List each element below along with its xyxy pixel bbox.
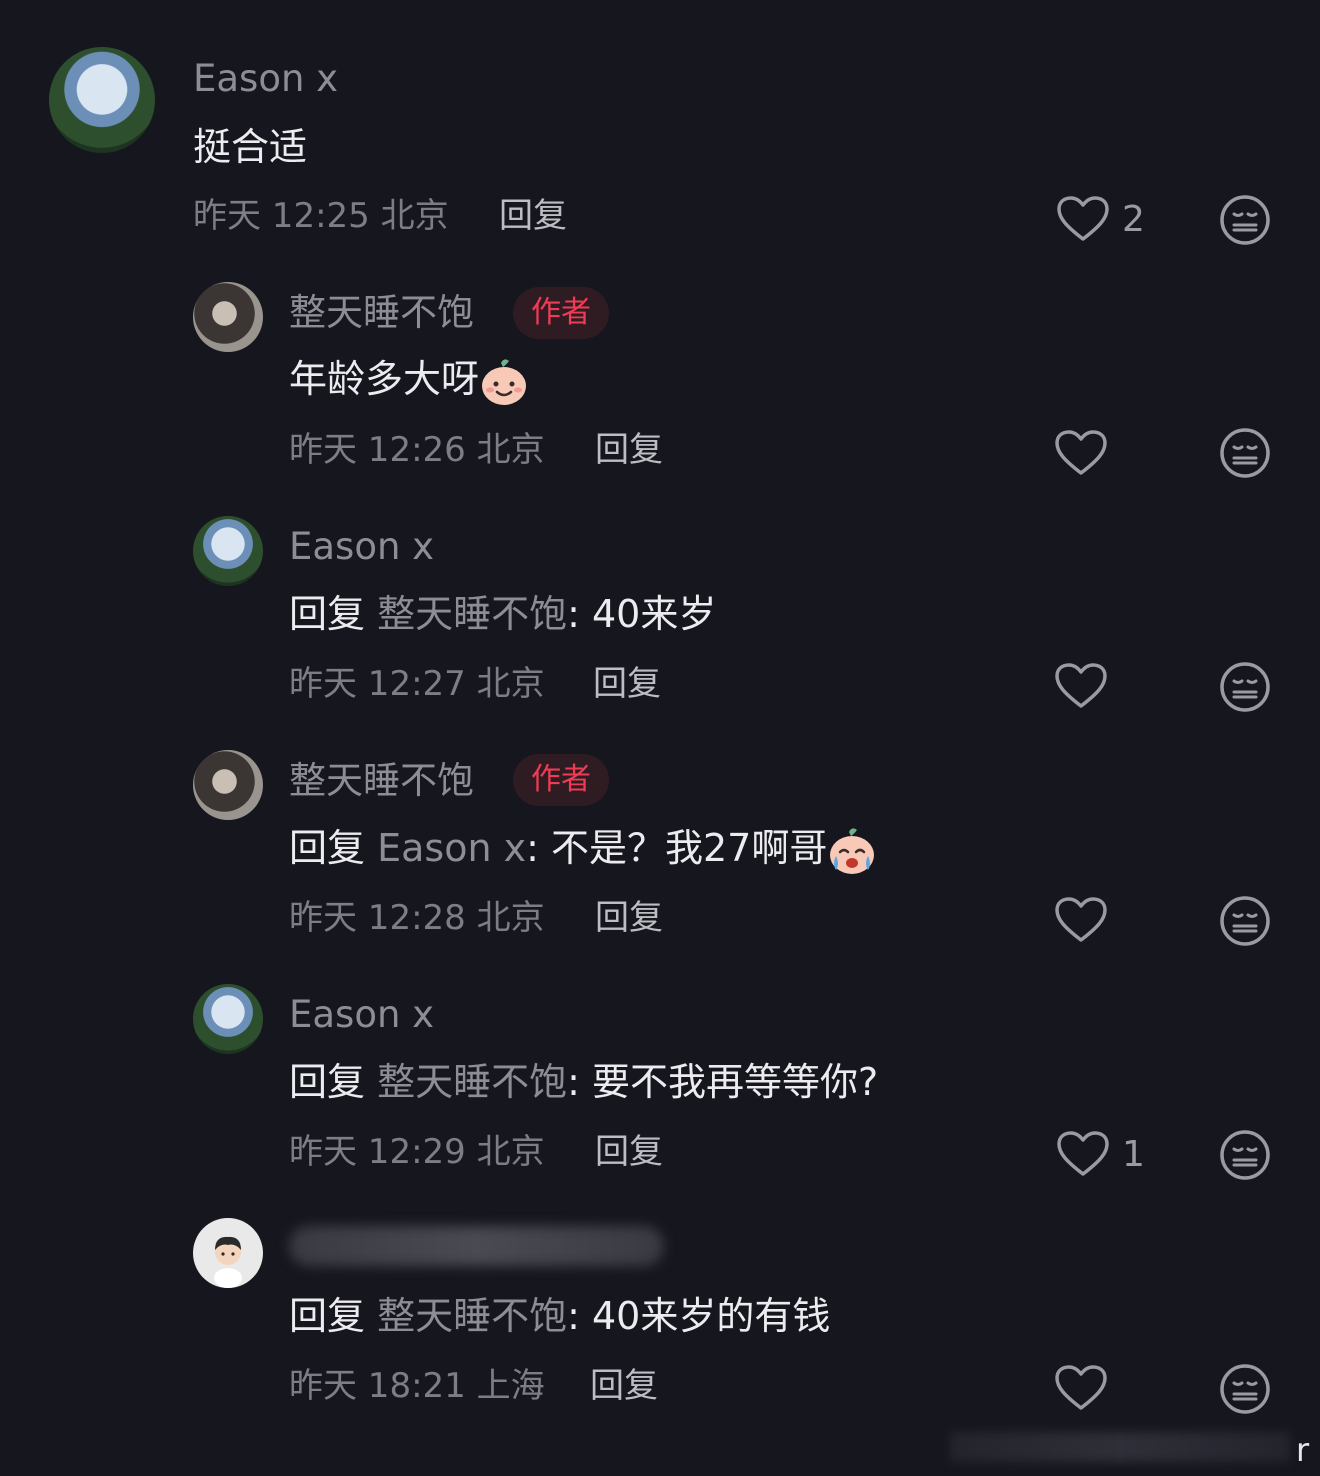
like-count: 2 <box>1122 198 1145 240</box>
reply-target[interactable]: 整天睡不饱 <box>377 592 567 636</box>
comment-text-body: 年龄多大呀 <box>289 357 480 401</box>
baby-smile-emoji <box>482 358 527 405</box>
reply-button[interactable]: 回复 <box>595 429 663 471</box>
reply-target[interactable]: Eason x <box>377 826 526 870</box>
comment-text-body: : 40来岁的有钱 <box>567 1294 831 1338</box>
heart-icon <box>1055 663 1107 708</box>
comment-timestamp: 昨天 12:29 北京 <box>289 1132 545 1172</box>
dislike-face-icon[interactable] <box>1219 895 1271 947</box>
corner-char: r <box>1296 1431 1310 1469</box>
reply-prefix: 回复 <box>289 1294 366 1338</box>
username[interactable]: 整天睡不饱 <box>289 291 474 335</box>
heart-icon <box>1055 1365 1107 1410</box>
redacted-username-blur <box>289 1226 664 1266</box>
cartoon-boy-icon <box>214 1236 242 1288</box>
reply-target[interactable]: 整天睡不饱 <box>377 1294 567 1338</box>
comment-timestamp: 昨天 18:21 上海 <box>289 1366 545 1406</box>
author-badge: 作者 <box>513 754 609 806</box>
username[interactable]: Eason x <box>193 57 338 101</box>
comment-timestamp: 昨天 12:25 北京 <box>193 196 449 236</box>
baby-crying-emoji <box>830 827 875 874</box>
user-avatar[interactable] <box>193 1218 263 1288</box>
comment-timestamp: 昨天 12:28 北京 <box>289 898 545 938</box>
like-button[interactable] <box>1054 429 1108 477</box>
comment-text-body: : 40来岁 <box>567 592 717 636</box>
username[interactable]: 整天睡不饱 <box>289 759 474 803</box>
reply-button[interactable]: 回复 <box>499 195 567 237</box>
watermark-blur <box>950 1432 1290 1462</box>
user-avatar[interactable] <box>193 516 263 586</box>
reply-button[interactable]: 回复 <box>595 1131 663 1173</box>
username[interactable]: Eason x <box>289 525 434 569</box>
comment-text: 回复 Eason x: 不是？我27啊哥 <box>289 825 877 876</box>
user-avatar[interactable] <box>193 282 263 352</box>
comment-text: 年龄多大呀 <box>289 356 529 407</box>
like-button[interactable] <box>1054 896 1108 944</box>
like-button[interactable] <box>1054 1364 1108 1412</box>
user-avatar[interactable] <box>193 750 263 820</box>
comment-timestamp: 昨天 12:27 北京 <box>289 664 545 704</box>
username[interactable]: Eason x <box>289 993 434 1037</box>
dislike-face-icon[interactable] <box>1219 661 1271 713</box>
like-count: 1 <box>1122 1133 1145 1175</box>
like-button[interactable] <box>1054 662 1108 710</box>
comment-text-body: : 要不我再等等你? <box>567 1060 879 1104</box>
author-badge: 作者 <box>513 287 609 339</box>
comment-text: 挺合适 <box>193 125 308 169</box>
dislike-face-icon[interactable] <box>1219 1129 1271 1181</box>
reply-button[interactable]: 回复 <box>595 897 663 939</box>
dislike-face-icon[interactable] <box>1219 427 1271 479</box>
heart-icon <box>1055 897 1107 942</box>
dislike-face-icon[interactable] <box>1219 194 1271 246</box>
user-avatar[interactable] <box>193 984 263 1054</box>
heart-icon <box>1057 1131 1109 1176</box>
reply-target[interactable]: 整天睡不饱 <box>377 1060 567 1104</box>
like-button[interactable]: 2 <box>1056 195 1145 243</box>
comment-text: 回复 整天睡不饱: 40来岁 <box>289 591 716 637</box>
reply-button[interactable]: 回复 <box>590 1365 658 1407</box>
reply-prefix: 回复 <box>289 1060 366 1104</box>
user-avatar[interactable] <box>49 47 155 153</box>
heart-icon <box>1057 196 1109 241</box>
reply-prefix: 回复 <box>289 826 366 870</box>
like-button[interactable]: 1 <box>1056 1130 1145 1178</box>
reply-prefix: 回复 <box>289 592 366 636</box>
heart-icon <box>1055 430 1107 475</box>
dislike-face-icon[interactable] <box>1219 1363 1271 1415</box>
comment-text: 回复 整天睡不饱: 要不我再等等你? <box>289 1059 878 1105</box>
comment-timestamp: 昨天 12:26 北京 <box>289 430 545 470</box>
comment-text-body: : 不是？我27啊哥 <box>526 826 828 870</box>
reply-button[interactable]: 回复 <box>593 663 661 705</box>
comment-text: 回复 整天睡不饱: 40来岁的有钱 <box>289 1293 830 1339</box>
